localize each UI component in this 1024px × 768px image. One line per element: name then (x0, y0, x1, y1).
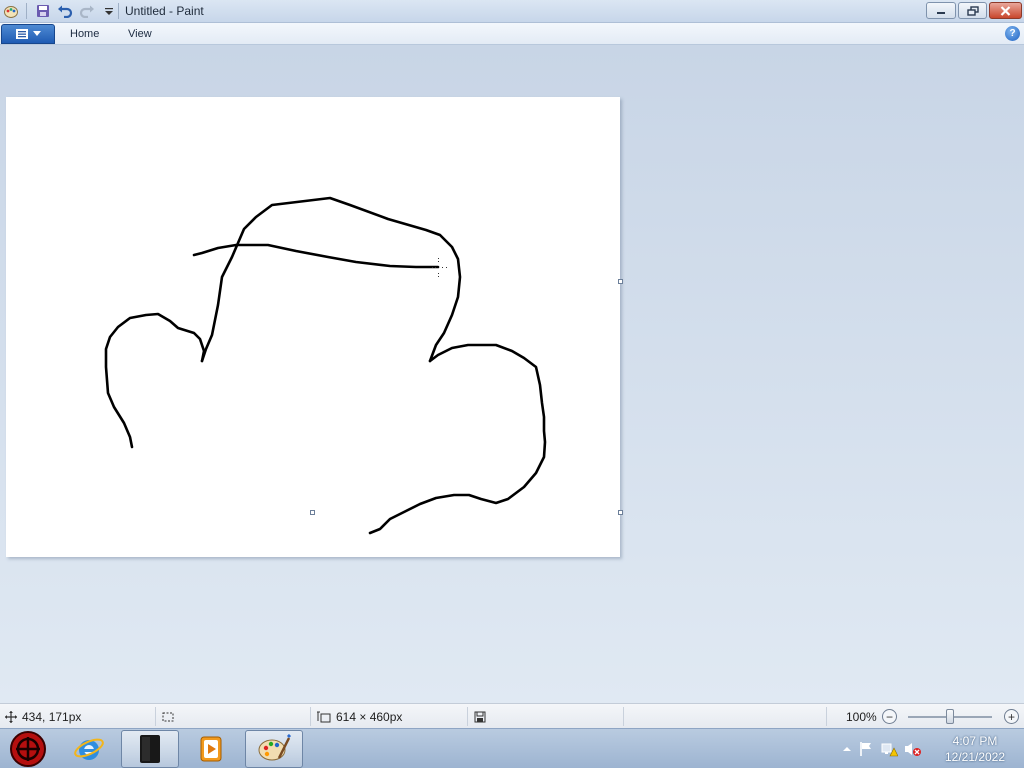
undo-icon[interactable] (56, 2, 74, 20)
help-icon: ? (1009, 28, 1016, 39)
zoom-out-button[interactable]: − (882, 709, 897, 724)
taskbar-item-paint[interactable] (245, 730, 303, 768)
cursor-position-section: 434, 171px (5, 704, 81, 729)
taskbar-item-red-app[interactable] (0, 730, 57, 768)
image-size-text: 614 × 460px (336, 709, 403, 724)
paint-menu-icon (16, 29, 28, 39)
clock-date: 12/21/2022 (944, 750, 1006, 764)
status-divider (310, 707, 311, 726)
help-button[interactable]: ? (1005, 26, 1020, 41)
taskbar-item-dark-app[interactable] (121, 730, 179, 768)
minimize-button[interactable] (926, 2, 956, 19)
image-size-icon (317, 711, 331, 722)
paint-app-icon[interactable] (2, 2, 20, 20)
drawing-stroke-cloud (368, 343, 547, 535)
taskbar-item-media-player[interactable] (182, 730, 240, 768)
taskbar-item-internet-explorer[interactable] (60, 730, 118, 768)
window-title: Untitled - Paint (125, 4, 204, 18)
plus-icon: + (1007, 709, 1015, 724)
close-icon (1000, 5, 1011, 16)
zoom-slider-thumb[interactable] (946, 709, 954, 724)
status-divider (467, 707, 468, 726)
redo-icon[interactable] (78, 2, 96, 20)
canvas-resize-handle-bottom[interactable] (310, 510, 315, 515)
image-size-section: 614 × 460px (317, 704, 402, 729)
paint-palette-icon (258, 734, 291, 761)
drawing-stroke-line (192, 243, 440, 269)
cursor-position-text: 434, 171px (22, 709, 82, 724)
zoom-level-section: 100% (846, 704, 877, 729)
status-divider (826, 707, 827, 726)
taskbar-clock[interactable]: 4:07 PM 12/21/2022 (940, 733, 1010, 765)
tab-home[interactable]: Home (70, 28, 99, 40)
quick-access-buttons (34, 2, 122, 20)
canvas-resize-handle-corner[interactable] (618, 510, 623, 515)
workspace (0, 45, 1024, 703)
file-size-section (474, 704, 486, 729)
paint-menu-button[interactable] (1, 24, 55, 44)
chevron-down-icon (33, 31, 41, 36)
status-bar: 434, 171px 614 × 460px 100% − + (0, 703, 1024, 728)
customize-toolbar-chevron-icon[interactable] (100, 2, 118, 20)
minus-icon: − (885, 709, 893, 724)
taskbar: 4:07 PM 12/21/2022 (0, 728, 1024, 768)
move-cursor-icon (5, 710, 17, 723)
clock-time: 4:07 PM (952, 734, 998, 748)
action-center-flag-icon[interactable] (858, 741, 874, 757)
zoom-in-button[interactable]: + (1004, 709, 1019, 724)
save-icon[interactable] (34, 2, 52, 20)
show-hidden-icons-icon[interactable] (842, 744, 852, 754)
restore-button[interactable] (958, 2, 987, 19)
media-player-icon (200, 736, 222, 762)
ribbon: Home View ? (0, 23, 1024, 45)
drawing-stroke-outline (104, 312, 206, 449)
zoom-level-text: 100% (846, 709, 877, 724)
network-warning-icon[interactable] (880, 741, 898, 757)
drawing-stroke-arch (200, 196, 462, 363)
toolbar-separator (118, 3, 119, 19)
disk-icon (474, 711, 486, 722)
drawing-canvas[interactable] (6, 97, 620, 557)
status-divider (623, 707, 624, 726)
selection-icon (162, 712, 174, 721)
canvas-resize-handle-right[interactable] (618, 279, 623, 284)
tab-view[interactable]: View (128, 28, 152, 40)
red-circle-app-icon (10, 731, 46, 767)
selection-size-section (161, 704, 175, 729)
close-button[interactable] (989, 2, 1022, 19)
dark-device-app-icon (140, 735, 160, 763)
internet-explorer-icon (74, 738, 104, 760)
title-bar: Untitled - Paint (0, 0, 1024, 23)
volume-muted-icon[interactable] (904, 741, 922, 757)
restore-icon (966, 5, 979, 16)
status-divider (155, 707, 156, 726)
minimize-icon (937, 11, 945, 14)
toolbar-separator (26, 3, 27, 19)
system-tray (842, 729, 922, 768)
quick-access-toolbar (2, 2, 24, 20)
freehand-drawing (104, 196, 547, 535)
